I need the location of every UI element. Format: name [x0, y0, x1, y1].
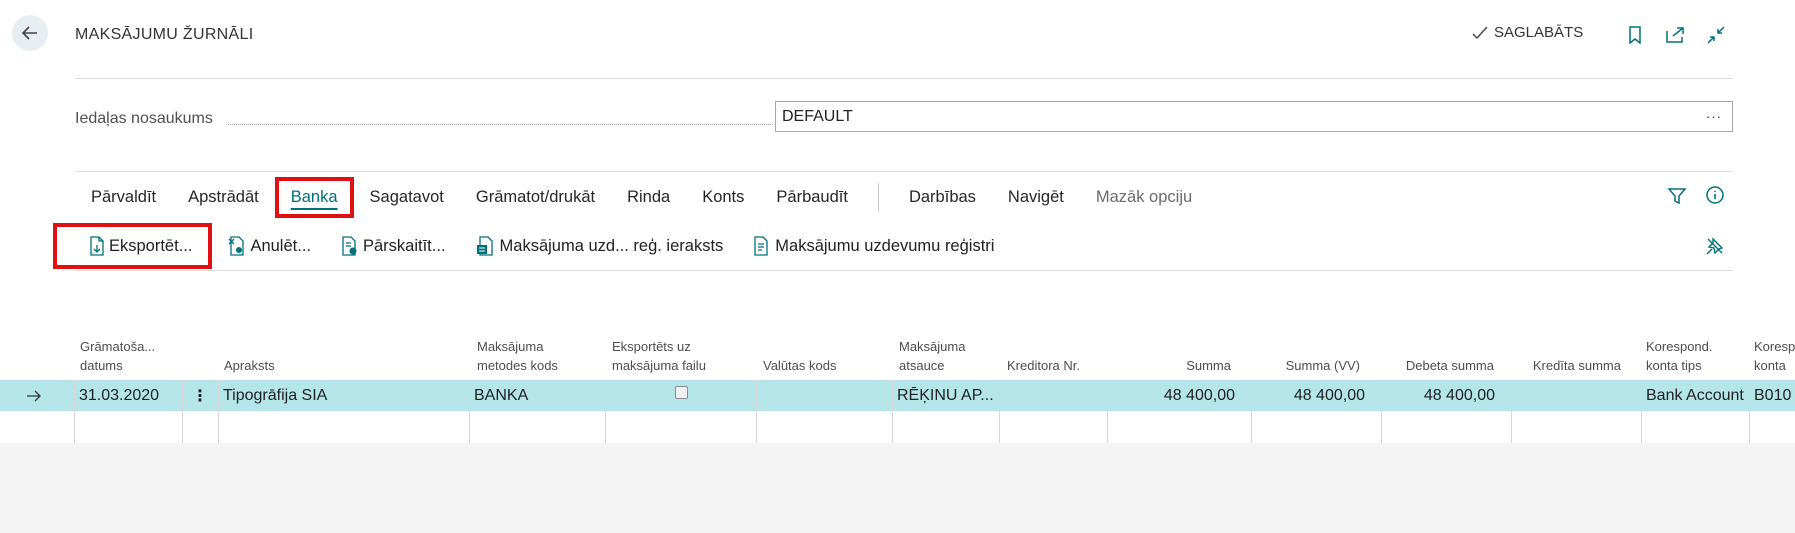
table-row-empty[interactable] [0, 411, 1795, 444]
payment-task-registers-button[interactable]: Maksājumu uzdevumu reģistri [753, 236, 994, 256]
row-menu-icon[interactable]: ⋮ [183, 380, 217, 411]
label-dots [228, 124, 773, 125]
col-header-method-code[interactable]: Maksājuma metodes kods [477, 323, 597, 379]
filter-icon[interactable] [1666, 185, 1688, 207]
action-divider [75, 171, 1733, 172]
col-header-amount-lcy[interactable]: Summa (VV) [1240, 323, 1360, 379]
header-divider [75, 78, 1733, 79]
creditor-cell[interactable] [1000, 380, 1107, 411]
tab-process[interactable]: Apstrādāt [172, 188, 275, 207]
journal-lines-grid: Grāmatoša... datums Apraksts Maksājuma met… [0, 323, 1795, 444]
reference-cell[interactable]: RĒĶINU AP... [893, 380, 999, 411]
payment-task-registers-label: Maksājumu uzdevumu reģistri [775, 236, 995, 255]
tab-account[interactable]: Konts [686, 188, 760, 207]
amount-cell[interactable]: 48 400,00 [1108, 380, 1251, 411]
col-header-posting-date[interactable]: Grāmatoša... datums [80, 323, 180, 379]
export-button[interactable]: Eksportēt... [53, 223, 213, 269]
void-file-icon [228, 236, 245, 256]
tab-line[interactable]: Rinda [611, 188, 686, 207]
register-icon [754, 236, 768, 256]
toolbar-divider [75, 270, 1733, 271]
debit-cell[interactable]: 48 400,00 [1382, 380, 1511, 411]
arrow-left-icon [21, 26, 37, 40]
payment-task-entry-label: Maksājuma uzd... reģ. ieraksts [499, 236, 724, 255]
bookmark-icon[interactable] [1624, 24, 1646, 46]
exported-checkbox[interactable] [674, 386, 688, 399]
action-separator [877, 183, 879, 211]
description-cell[interactable]: Tipogrāfija SIA [219, 380, 469, 411]
recalculate-label: Pārskaitīt... [363, 236, 446, 255]
bal-type-cell[interactable]: Bank Account [1642, 380, 1750, 411]
section-name-value: DEFAULT [782, 107, 853, 125]
tab-post-print[interactable]: Grāmatot/drukāt [460, 188, 611, 207]
tab-navigate[interactable]: Navigēt [992, 188, 1080, 207]
open-new-window-icon[interactable] [1664, 24, 1686, 46]
tab-check[interactable]: Pārbaudīt [760, 188, 864, 207]
recalculate-button[interactable]: Pārskaitīt... [341, 236, 446, 256]
page-title: MAKSĀJUMU ŽURNĀLI [75, 26, 254, 43]
back-button[interactable] [12, 15, 48, 51]
col-header-amount[interactable]: Summa [1111, 323, 1231, 379]
col-header-reference[interactable]: Maksājuma atsauce [899, 323, 999, 379]
collapse-icon[interactable] [1705, 24, 1727, 46]
col-header-bal-type[interactable]: Korespond. konta tips [1646, 323, 1746, 379]
saved-label: SAGLABĀTS [1494, 24, 1584, 41]
action-bar: Pārvaldīt Apstrādāt Banka Sagatavot Grām… [75, 173, 1208, 221]
col-header-creditor[interactable]: Kreditora Nr. [1007, 323, 1107, 379]
posting-date-cell[interactable]: 31.03.2020 [75, 380, 180, 411]
ledger-entry-icon [476, 236, 493, 256]
export-label: Eksportēt... [109, 236, 193, 255]
fewer-options-button[interactable]: Mazāk opciju [1080, 188, 1208, 207]
export-file-icon [90, 236, 104, 256]
unpin-icon[interactable] [1704, 235, 1726, 257]
exported-cell[interactable] [606, 380, 756, 411]
method-code-cell[interactable]: BANKA [470, 380, 605, 411]
tab-prepare[interactable]: Sagatavot [354, 188, 460, 207]
bank-actions: Eksportēt... Anulēt... Pārskaitīt... Mak… [53, 223, 1024, 269]
col-header-description[interactable]: Apraksts [224, 323, 424, 379]
col-header-debit[interactable]: Debeta summa [1370, 323, 1494, 379]
col-header-credit[interactable]: Kredīta summa [1500, 323, 1621, 379]
grid-empty-area [0, 443, 1795, 533]
tab-manage[interactable]: Pārvaldīt [75, 188, 172, 207]
recalculate-icon [342, 236, 357, 256]
info-icon[interactable] [1704, 184, 1726, 206]
credit-cell[interactable] [1512, 380, 1641, 411]
amount-lcy-cell[interactable]: 48 400,00 [1252, 380, 1381, 411]
tab-bank[interactable]: Banka [274, 176, 354, 218]
payment-task-entry-button[interactable]: Maksājuma uzd... reģ. ieraksts [476, 236, 724, 256]
row-selector-arrow-icon [22, 380, 52, 411]
col-header-exported[interactable]: Eksportēts uz maksājuma failu [612, 323, 742, 379]
col-header-currency[interactable]: Valūtas kods [763, 323, 883, 379]
section-name-field[interactable]: DEFAULT ··· [775, 101, 1733, 132]
checkmark-icon [1472, 26, 1488, 39]
table-row[interactable]: 31.03.2020 ⋮ Tipogrāfija SIA BANKA RĒĶIN… [0, 380, 1795, 411]
void-label: Anulēt... [250, 236, 311, 255]
tab-actions[interactable]: Darbības [893, 188, 992, 207]
currency-cell[interactable] [757, 380, 892, 411]
col-header-bal-no[interactable]: Koresp konta [1754, 323, 1795, 379]
void-button[interactable]: Anulēt... [228, 236, 311, 256]
saved-status: SAGLABĀTS [1472, 24, 1583, 41]
section-name-label: Iedaļas nosaukums [75, 110, 213, 127]
bal-no-cell[interactable]: B010 [1750, 380, 1795, 411]
lookup-button[interactable]: ··· [1706, 109, 1722, 124]
